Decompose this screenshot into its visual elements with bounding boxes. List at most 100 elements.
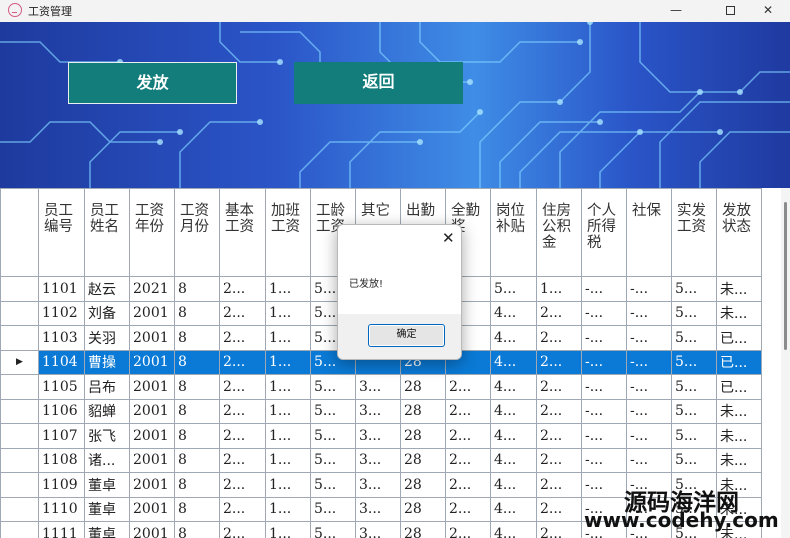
table-row[interactable]: 1108 诸... 2001 8 2... 1... 5... 3... 28 2... 4... 2… <box>0 447 762 473</box>
table-cell[interactable]: 2... <box>219 447 266 473</box>
table-cell[interactable]: 28 <box>400 496 446 522</box>
table-cell[interactable]: 5... <box>671 300 717 326</box>
table-cell[interactable]: -... <box>626 349 672 375</box>
table-cell[interactable]: 2... <box>445 521 491 538</box>
table-cell[interactable]: 1... <box>265 325 311 351</box>
table-cell[interactable]: 5... <box>671 349 717 375</box>
table-row[interactable]: 1107 张飞 2001 8 2... 1... 5... 3... 28 2... 4... 2..… <box>0 423 762 449</box>
table-cell[interactable]: 2... <box>536 374 582 400</box>
table-cell[interactable]: -... <box>626 325 672 351</box>
row-header[interactable] <box>0 496 39 522</box>
table-cell[interactable]: 8 <box>174 521 220 538</box>
scrollbar-thumb[interactable] <box>784 202 787 350</box>
table-cell[interactable]: 1101 <box>38 276 85 302</box>
table-cell[interactable]: 1108 <box>38 447 85 473</box>
table-cell[interactable]: 2... <box>536 447 582 473</box>
table-cell[interactable]: 2001 <box>129 349 175 375</box>
table-cell[interactable]: 4... <box>490 349 537 375</box>
row-header[interactable] <box>0 276 39 302</box>
table-cell[interactable]: 8 <box>174 472 220 498</box>
table-cell[interactable]: 1... <box>265 472 311 498</box>
table-cell[interactable]: 1... <box>265 423 311 449</box>
table-cell[interactable]: 1... <box>265 300 311 326</box>
table-cell[interactable]: 2... <box>219 496 266 522</box>
table-cell[interactable]: -... <box>581 325 627 351</box>
table-cell[interactable]: 5... <box>490 276 537 302</box>
column-header[interactable]: 工资月份 <box>174 188 220 277</box>
table-cell[interactable]: 董卓 <box>84 472 130 498</box>
table-cell[interactable]: 2... <box>536 423 582 449</box>
table-cell[interactable]: 4... <box>490 325 537 351</box>
table-cell[interactable]: 1... <box>536 276 582 302</box>
table-cell[interactable]: 1... <box>265 374 311 400</box>
column-header[interactable]: 基本工资 <box>219 188 266 277</box>
table-cell[interactable]: 3... <box>355 447 401 473</box>
table-cell[interactable]: 5... <box>671 447 717 473</box>
table-cell[interactable]: 2... <box>536 349 582 375</box>
column-header[interactable]: 员工编号 <box>38 188 85 277</box>
table-cell[interactable]: 未... <box>716 276 762 302</box>
table-cell[interactable]: 4... <box>490 472 537 498</box>
table-cell[interactable]: 2... <box>445 423 491 449</box>
table-cell[interactable]: 1110 <box>38 496 85 522</box>
table-cell[interactable]: 未... <box>716 300 762 326</box>
table-cell[interactable]: 3... <box>355 398 401 424</box>
table-cell[interactable]: 张飞 <box>84 423 130 449</box>
minimize-button[interactable]: — <box>654 0 698 22</box>
column-header[interactable]: 工资年份 <box>129 188 175 277</box>
back-button[interactable]: 返回 <box>294 62 463 104</box>
column-header[interactable]: 实发工资 <box>671 188 717 277</box>
table-cell[interactable]: 4... <box>490 447 537 473</box>
table-cell[interactable]: 5... <box>671 276 717 302</box>
table-cell[interactable]: 2... <box>445 374 491 400</box>
table-cell[interactable]: 8 <box>174 276 220 302</box>
table-cell[interactable]: 4... <box>490 374 537 400</box>
table-cell[interactable]: 3... <box>355 472 401 498</box>
table-cell[interactable]: 曹操 <box>84 349 130 375</box>
ok-button[interactable]: 确定 <box>368 324 445 347</box>
table-cell[interactable]: 1105 <box>38 374 85 400</box>
table-cell[interactable]: 2... <box>219 398 266 424</box>
row-header[interactable] <box>0 423 39 449</box>
table-cell[interactable]: 4... <box>490 496 537 522</box>
table-cell[interactable]: 2... <box>445 447 491 473</box>
table-cell[interactable]: 1102 <box>38 300 85 326</box>
table-cell[interactable]: 刘备 <box>84 300 130 326</box>
table-cell[interactable]: 1103 <box>38 325 85 351</box>
table-cell[interactable]: 4... <box>490 423 537 449</box>
row-header[interactable] <box>0 521 39 538</box>
table-cell[interactable]: 3... <box>355 521 401 538</box>
table-row[interactable]: 1106 貂蝉 2001 8 2... 1... 5... 3... 28 2... 4... 2..… <box>0 398 762 424</box>
table-cell[interactable]: 5... <box>310 447 356 473</box>
table-cell[interactable]: -... <box>626 300 672 326</box>
table-cell[interactable]: -... <box>581 472 627 498</box>
table-cell[interactable]: -... <box>626 423 672 449</box>
row-header[interactable] <box>0 472 39 498</box>
table-cell[interactable]: 8 <box>174 447 220 473</box>
table-cell[interactable]: 已... <box>716 349 762 375</box>
column-header[interactable]: 发放状态 <box>716 188 762 277</box>
table-cell[interactable]: 4... <box>490 300 537 326</box>
table-cell[interactable]: 未... <box>716 447 762 473</box>
table-cell[interactable]: -... <box>581 447 627 473</box>
table-cell[interactable]: 1... <box>265 447 311 473</box>
row-selected-marker[interactable]: ▶ <box>0 349 39 375</box>
table-cell[interactable]: 5... <box>671 374 717 400</box>
table-cell[interactable]: 赵云 <box>84 276 130 302</box>
table-cell[interactable]: 3... <box>355 423 401 449</box>
table-cell[interactable]: -... <box>626 398 672 424</box>
table-cell[interactable]: 28 <box>400 398 446 424</box>
table-cell[interactable]: 关羽 <box>84 325 130 351</box>
table-cell[interactable]: 5... <box>310 521 356 538</box>
table-cell[interactable]: 2001 <box>129 300 175 326</box>
table-cell[interactable]: 2... <box>219 521 266 538</box>
dialog-close-button[interactable]: ✕ <box>442 229 455 247</box>
table-cell[interactable]: 1... <box>265 398 311 424</box>
issue-button[interactable]: 发放 <box>68 62 237 104</box>
table-cell[interactable]: 2... <box>219 276 266 302</box>
column-header[interactable]: 员工姓名 <box>84 188 130 277</box>
table-cell[interactable]: 8 <box>174 374 220 400</box>
table-cell[interactable]: 28 <box>400 521 446 538</box>
table-cell[interactable]: -... <box>626 276 672 302</box>
table-cell[interactable]: -... <box>581 300 627 326</box>
